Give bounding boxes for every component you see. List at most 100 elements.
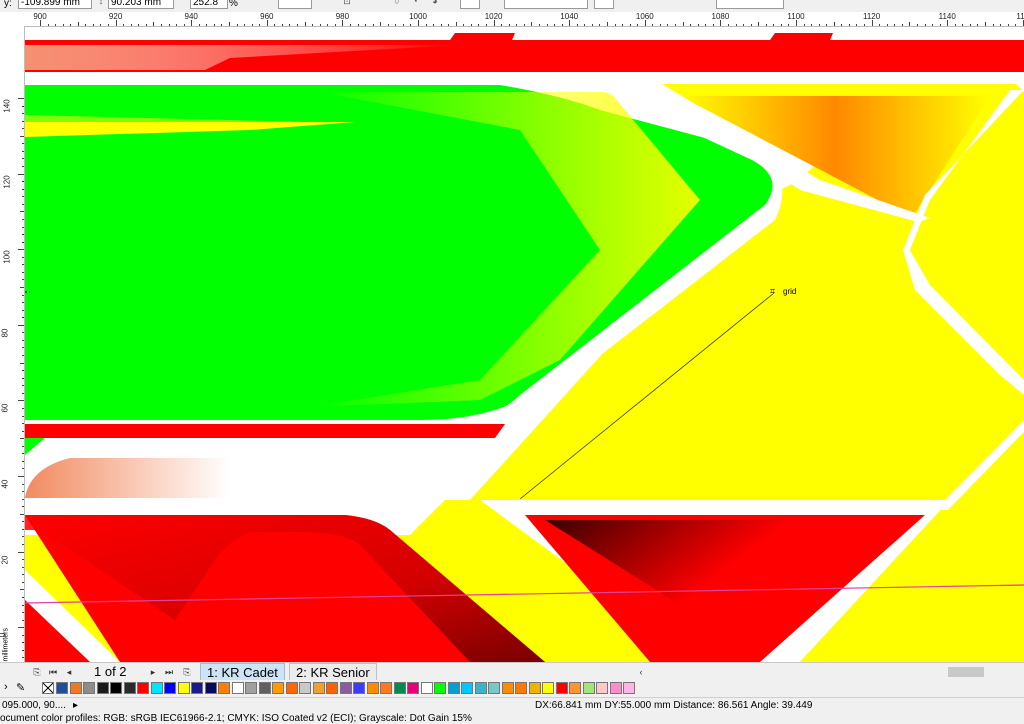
color-swatch[interactable] — [515, 682, 527, 694]
color-swatch[interactable] — [420, 682, 433, 694]
color-swatch[interactable] — [501, 682, 514, 694]
color-swatch[interactable] — [326, 682, 338, 694]
color-swatch[interactable] — [164, 682, 176, 694]
ruler-tick — [319, 24, 321, 26]
color-swatch[interactable] — [204, 682, 217, 694]
color-swatch[interactable] — [123, 682, 136, 694]
color-swatch[interactable] — [569, 682, 581, 694]
color-swatch[interactable] — [582, 682, 595, 694]
ruler-tick — [765, 24, 767, 26]
color-swatch[interactable] — [461, 682, 473, 694]
ruler-tick — [554, 24, 556, 26]
color-swatch[interactable] — [56, 682, 68, 694]
ruler-tick — [1007, 24, 1009, 26]
color-swatch[interactable] — [258, 682, 271, 694]
ruler-tick — [18, 400, 24, 402]
status-expand-icon[interactable]: ▸ — [73, 698, 78, 714]
pie-icon[interactable]: ◕ — [430, 0, 440, 6]
ruler-tick — [675, 24, 677, 26]
ruler-tick — [22, 143, 24, 145]
vertical-ruler[interactable]: millimeters 140 120 100 80 60 40 20 0 — [0, 26, 25, 662]
palette-expand-icon[interactable]: › — [4, 681, 8, 693]
color-swatch[interactable] — [96, 682, 109, 694]
color-swatch[interactable] — [191, 682, 203, 694]
rotation-field[interactable] — [278, 0, 312, 9]
ruler-tick — [826, 24, 828, 26]
height-field[interactable]: 90.203 mm — [108, 0, 174, 9]
horizontal-ruler[interactable]: 900 920 940 960 980 1000 1020 1040 1060 1080 1100 1… — [24, 12, 1024, 27]
color-swatch[interactable] — [150, 682, 163, 694]
no-color-icon — [43, 683, 53, 693]
color-swatch[interactable] — [609, 682, 622, 694]
next-page-icon[interactable]: ▸ — [146, 665, 160, 679]
arc-icon[interactable]: ◔ — [410, 0, 420, 6]
color-swatch[interactable] — [245, 682, 257, 694]
y-position-field[interactable]: -109.899 mm — [18, 0, 92, 9]
color-swatch[interactable] — [110, 682, 122, 694]
color-swatch[interactable] — [231, 682, 244, 694]
color-swatch[interactable] — [285, 682, 298, 694]
ruler-tick — [85, 24, 87, 26]
color-profile-text[interactable]: ocument color profiles: RGB: sRGB IEC619… — [0, 713, 472, 724]
object-field[interactable] — [716, 0, 784, 9]
color-swatch[interactable] — [69, 682, 82, 694]
ruler-tick — [614, 24, 616, 26]
last-page-icon[interactable]: ⏭ — [162, 665, 176, 679]
ruler-tick — [160, 24, 162, 26]
ruler-tick — [599, 24, 601, 26]
mirror-horizontal-icon[interactable]: ⊡ — [342, 0, 352, 6]
ruler-tick — [22, 355, 24, 357]
color-swatch[interactable] — [218, 682, 230, 694]
prev-page-icon[interactable]: ◂ — [62, 665, 76, 679]
color-swatch[interactable] — [393, 682, 406, 694]
drawing-canvas[interactable]: ⌗ grid — [25, 27, 1024, 662]
ruler-tick — [22, 181, 24, 183]
ruler-corner[interactable] — [0, 12, 25, 27]
color-swatch[interactable] — [434, 682, 446, 694]
scale-field[interactable]: 252.8 — [190, 0, 228, 9]
color-swatch[interactable] — [542, 682, 554, 694]
color-swatch[interactable] — [407, 682, 419, 694]
fill-color-field[interactable] — [460, 0, 480, 9]
horizontal-scrollbar-thumb[interactable] — [948, 667, 984, 677]
first-page-icon[interactable]: ⏮ — [46, 665, 60, 679]
color-swatch[interactable] — [366, 682, 379, 694]
scroll-left-icon[interactable]: ‹ — [634, 665, 648, 679]
color-swatch[interactable] — [137, 682, 149, 694]
outline-width-field[interactable] — [504, 0, 588, 9]
add-page-after-icon[interactable]: ⎘ — [180, 665, 194, 679]
color-swatch[interactable] — [474, 682, 487, 694]
ruler-tick — [939, 24, 941, 26]
ruler-tick — [1015, 24, 1017, 26]
ruler-tick — [1000, 24, 1002, 26]
color-swatch[interactable] — [623, 682, 635, 694]
color-swatch[interactable] — [272, 682, 284, 694]
eyedropper-icon[interactable]: ✎ — [16, 681, 25, 694]
color-swatch[interactable] — [299, 682, 311, 694]
ruler-tick — [130, 24, 132, 26]
ruler-tick — [538, 24, 540, 26]
color-swatch[interactable] — [177, 682, 190, 694]
color-swatch[interactable] — [353, 682, 365, 694]
ruler-tick — [22, 256, 24, 258]
ruler-tick — [894, 24, 896, 26]
ruler-tick — [22, 491, 24, 493]
color-swatch[interactable] — [380, 682, 392, 694]
color-swatch[interactable] — [528, 682, 541, 694]
ruler-tick — [546, 24, 548, 26]
color-swatch[interactable] — [312, 682, 325, 694]
add-page-before-icon[interactable]: ⎘ — [30, 665, 44, 679]
color-swatch[interactable] — [596, 682, 608, 694]
color-swatch[interactable] — [447, 682, 460, 694]
ruler-tick — [856, 24, 858, 26]
ruler-tick — [20, 589, 24, 591]
color-swatch[interactable] — [488, 682, 500, 694]
outline-color-field[interactable] — [594, 0, 614, 9]
color-swatch[interactable] — [555, 682, 568, 694]
color-swatch[interactable] — [83, 682, 95, 694]
no-color-swatch[interactable] — [42, 682, 54, 694]
ruler-tick — [22, 196, 24, 198]
ruler-tick — [644, 20, 646, 26]
color-swatch[interactable] — [339, 682, 352, 694]
ellipse-icon[interactable]: ○ — [392, 0, 402, 6]
